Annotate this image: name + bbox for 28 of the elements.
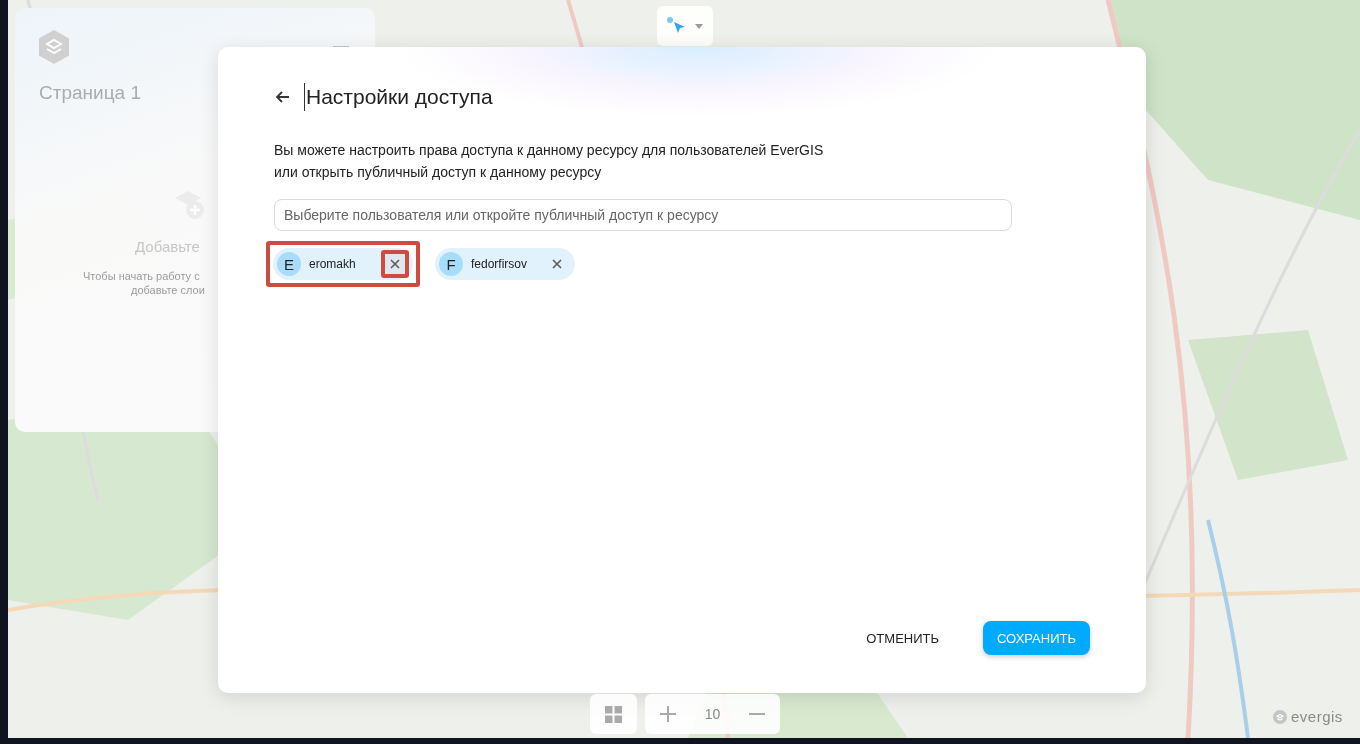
zoom-in-button[interactable] [659, 706, 676, 722]
user-search-field[interactable]: Выберите пользователя или откройте публичный доступ к ресурсу [274, 199, 1012, 231]
back-button[interactable] [274, 89, 292, 105]
empty-hint: добавьте слои [131, 283, 205, 297]
user-name: fedorfirsov [471, 257, 529, 271]
minus-icon [749, 713, 766, 715]
close-icon [552, 259, 562, 269]
grid-button[interactable] [590, 694, 637, 734]
pointer-tool-button[interactable] [657, 6, 713, 46]
page-title: Страница 1 [39, 82, 141, 104]
cancel-button[interactable]: ОТМЕНИТЬ [852, 621, 953, 655]
user-avatar: F [439, 252, 463, 276]
user-name: eromakh [309, 257, 357, 271]
empty-hint: Чтобы начать работу с [83, 269, 200, 283]
user-avatar: E [277, 252, 301, 276]
remove-button[interactable] [381, 250, 409, 278]
back-arrow-icon [276, 91, 290, 103]
brand-name: evergis [1291, 708, 1343, 725]
grid-icon [605, 705, 622, 723]
description: Вы можете настроить права доступа к данному ресурсу для пользователей EverGIS или открыть публичный доступ к данному ресурсу [274, 141, 825, 182]
zoom-level: 10 [704, 706, 721, 722]
brand-icon [1273, 709, 1287, 724]
logo-icon [39, 30, 69, 64]
plus-icon [659, 706, 676, 722]
dialog-title: Настройки доступа [304, 83, 493, 111]
caret-icon [695, 23, 703, 29]
pointer-icon [667, 17, 687, 35]
close-icon [390, 259, 400, 269]
